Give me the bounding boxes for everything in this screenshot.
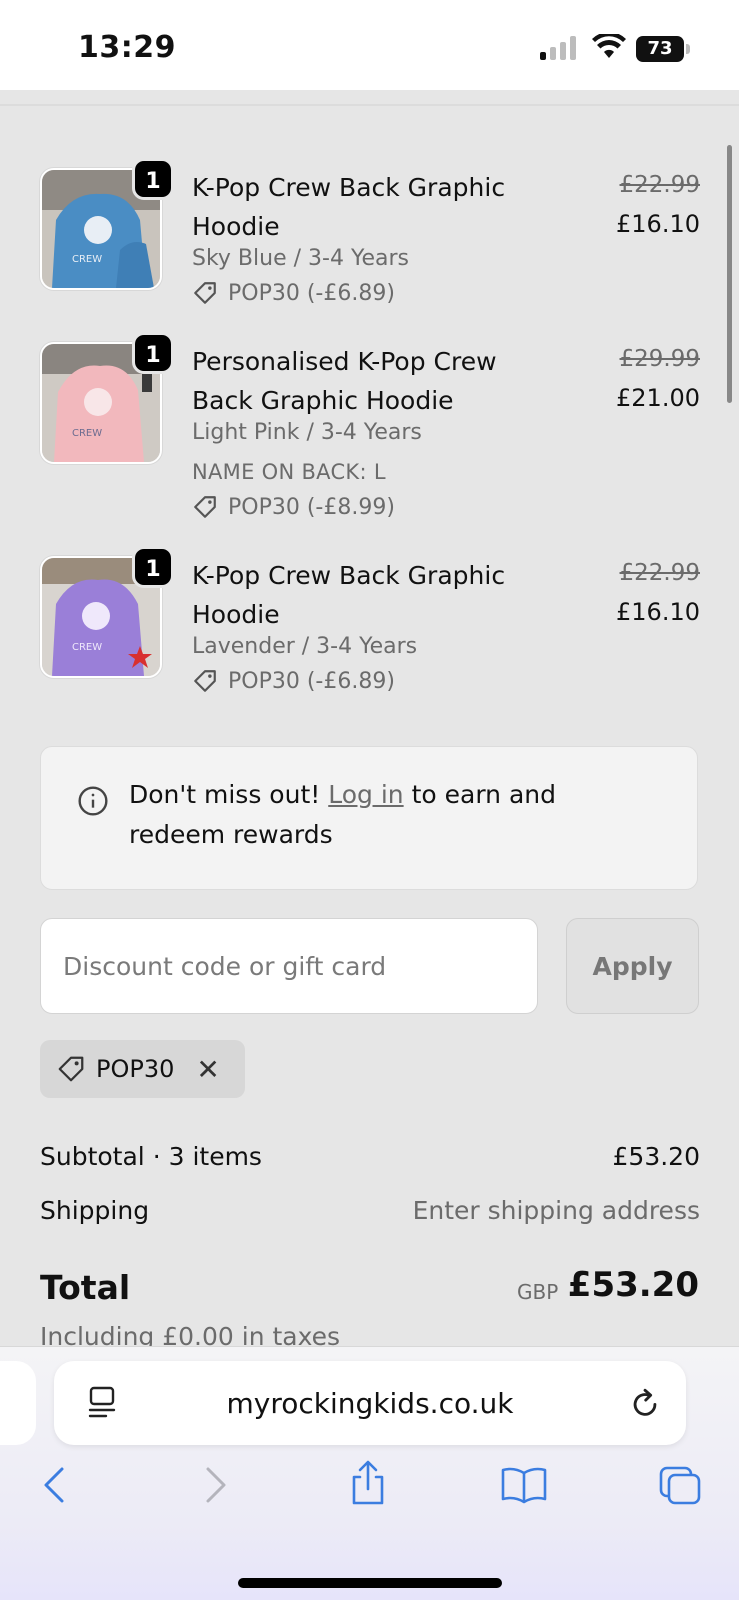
price-original: £22.99 (619, 560, 700, 586)
item-discount-text: POP30 (-£6.89) (228, 668, 395, 694)
price-final: £16.10 (616, 598, 700, 626)
subtotal-row: Subtotal · 3 items £53.20 (40, 1142, 700, 1174)
item-discount-text: POP30 (-£6.89) (228, 280, 395, 306)
shipping-value: Enter shipping address (412, 1196, 700, 1225)
line-item: CREW 1 Personalised K-Pop Crew Back Grap… (40, 332, 700, 522)
quantity-badge: 1 (132, 332, 174, 374)
rewards-message: Don't miss out! Log in to earn and redee… (129, 775, 649, 855)
address-bar[interactable]: myrockingkids.co.uk (54, 1361, 686, 1445)
subtotal-label: Subtotal · 3 items (40, 1142, 262, 1171)
page-divider (0, 104, 739, 106)
apply-button[interactable]: Apply (566, 918, 699, 1014)
share-icon[interactable] (348, 1459, 388, 1507)
rewards-notice: Don't miss out! Log in to earn and redee… (40, 746, 698, 890)
scrollbar[interactable] (727, 145, 732, 403)
item-variant: Lavender / 3-4 Years (192, 634, 418, 659)
wifi-icon (592, 34, 626, 58)
tag-icon (194, 496, 216, 518)
line-item: CREW 1 K-Pop Crew Back Graphic Hoodie Sk… (40, 158, 700, 308)
svg-text:CREW: CREW (72, 642, 102, 653)
item-variant: Sky Blue / 3-4 Years (192, 246, 409, 271)
rewards-prefix: Don't miss out! (129, 780, 321, 809)
item-personalisation: NAME ON BACK: L (192, 460, 386, 484)
item-variant: Light Pink / 3-4 Years (192, 420, 422, 445)
cellular-signal-icon (540, 36, 580, 60)
status-time: 13:29 (78, 30, 176, 65)
item-discount: POP30 (-£8.99) (192, 494, 395, 520)
shipping-row: Shipping Enter shipping address (40, 1196, 700, 1228)
item-title: K-Pop Crew Back Graphic Hoodie (192, 173, 506, 241)
total-label: Total (40, 1268, 131, 1307)
previous-tab-preview[interactable] (0, 1361, 36, 1445)
battery-level: 73 (636, 36, 684, 62)
quantity-badge: 1 (132, 158, 174, 200)
applied-discount-chip: POP30 ✕ (40, 1040, 245, 1098)
svg-text:CREW: CREW (72, 254, 102, 265)
shipping-label: Shipping (40, 1196, 150, 1225)
home-indicator (238, 1578, 502, 1588)
reload-icon[interactable] (628, 1385, 662, 1421)
status-bar: 13:29 73 (0, 0, 739, 90)
tag-icon (194, 670, 216, 692)
item-discount: POP30 (-£6.89) (192, 668, 395, 694)
item-discount-text: POP30 (-£8.99) (228, 494, 395, 520)
browser-toolbar: myrockingkids.co.uk (0, 1346, 739, 1600)
applied-discount-code: POP30 (96, 1055, 175, 1083)
subtotal-value: £53.20 (612, 1142, 700, 1171)
price-original: £22.99 (619, 172, 700, 198)
price-original: £29.99 (619, 346, 700, 372)
total-currency: GBP (517, 1280, 559, 1304)
item-title: Personalised K-Pop Crew Back Graphic Hoo… (192, 347, 497, 415)
url-text: myrockingkids.co.uk (226, 1387, 514, 1420)
remove-discount-icon[interactable]: ✕ (196, 1053, 219, 1086)
price-final: £21.00 (616, 384, 700, 412)
item-discount: POP30 (-£6.89) (192, 280, 395, 306)
tag-icon (194, 282, 216, 304)
price-final: £16.10 (616, 210, 700, 238)
discount-code-input[interactable] (40, 918, 538, 1014)
forward-icon[interactable] (200, 1465, 230, 1505)
svg-text:CREW: CREW (72, 428, 102, 439)
item-title: K-Pop Crew Back Graphic Hoodie (192, 561, 506, 629)
info-icon (78, 786, 108, 816)
tag-icon (58, 1056, 84, 1082)
quantity-badge: 1 (132, 546, 174, 588)
total-value: £53.20 (567, 1265, 699, 1305)
battery-icon: 73 (636, 36, 690, 62)
back-icon[interactable] (40, 1465, 70, 1505)
tabs-icon[interactable] (658, 1465, 704, 1507)
line-item: CREW 1 K-Pop Crew Back Graphic Hoodie La… (40, 546, 700, 696)
bookmarks-icon[interactable] (500, 1465, 548, 1505)
login-link[interactable]: Log in (328, 780, 403, 809)
